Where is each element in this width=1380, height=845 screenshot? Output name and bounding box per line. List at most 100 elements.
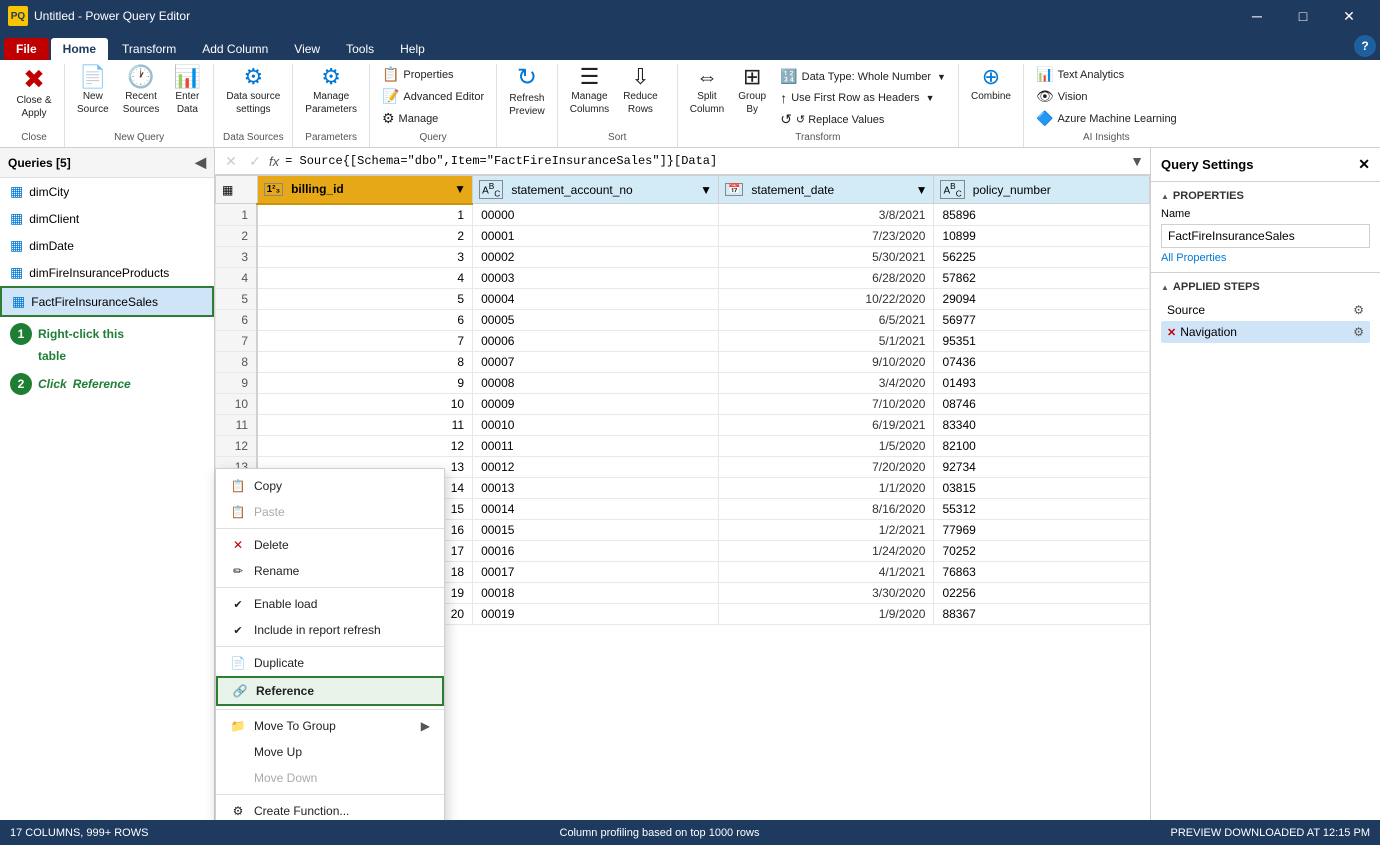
properties-button[interactable]: 📋 Properties bbox=[376, 64, 460, 85]
sidebar-item-dimfireinsuranceproducts[interactable]: ▦ dimFireInsuranceProducts bbox=[0, 259, 214, 286]
new-source-button[interactable]: 📄 New Source bbox=[71, 64, 115, 118]
sidebar-item-factfireinsurancesales[interactable]: ▦ FactFireInsuranceSales bbox=[0, 286, 214, 317]
use-first-row-button[interactable]: ↑ Use First Row as Headers ▼ bbox=[774, 88, 952, 108]
date-cell: 3/8/2021 bbox=[718, 204, 934, 226]
column-header-date[interactable]: 📅 statement_date ▼ bbox=[718, 176, 934, 204]
formula-expand-icon[interactable]: ▼ bbox=[1130, 153, 1144, 169]
query-name-input[interactable] bbox=[1161, 224, 1370, 248]
data-source-settings-button[interactable]: ⚙ Data source settings bbox=[220, 64, 286, 118]
properties-label: Properties bbox=[403, 69, 453, 81]
reduce-rows-button[interactable]: ⇩ Reduce Rows bbox=[617, 64, 663, 118]
split-column-label: Split Column bbox=[690, 90, 724, 116]
all-properties-link[interactable]: All Properties bbox=[1161, 252, 1370, 264]
policy-cell: 08746 bbox=[934, 393, 1150, 414]
column-header-policy[interactable]: ABC policy_number bbox=[934, 176, 1150, 204]
billing-id-cell: 9 bbox=[257, 372, 473, 393]
tab-file[interactable]: File bbox=[4, 38, 49, 60]
ctx-move-down: Move Down bbox=[216, 765, 444, 791]
help-icon[interactable]: ? bbox=[1354, 35, 1376, 57]
data-type-dropdown[interactable]: ▼ bbox=[937, 72, 946, 82]
close-apply-button[interactable]: ✖ Close & Apply bbox=[10, 64, 58, 122]
step-nav-x[interactable]: ✕ bbox=[1167, 326, 1176, 339]
enter-data-button[interactable]: 📊 Enter Data bbox=[167, 64, 207, 118]
ctx-delete-label: Delete bbox=[254, 538, 289, 552]
ctx-rename[interactable]: ✏ Rename bbox=[216, 558, 444, 584]
ribbon-group-refresh: ↻ Refresh Preview bbox=[497, 64, 558, 147]
table-icon-dimdate: ▦ bbox=[10, 237, 23, 254]
policy-cell: 56977 bbox=[934, 309, 1150, 330]
tab-home[interactable]: Home bbox=[51, 38, 108, 60]
step-nav-gear[interactable]: ⚙ bbox=[1353, 325, 1364, 339]
date-filter[interactable]: ▼ bbox=[916, 183, 928, 197]
ctx-enable-load[interactable]: ✔ Enable load bbox=[216, 591, 444, 617]
step-source[interactable]: Source ⚙ bbox=[1161, 299, 1370, 321]
recent-sources-button[interactable]: 🕐 Recent Sources bbox=[117, 64, 166, 118]
tab-transform[interactable]: Transform bbox=[110, 38, 188, 60]
policy-cell: 77969 bbox=[934, 519, 1150, 540]
account-no-cell: 00007 bbox=[473, 351, 719, 372]
date-cell: 5/1/2021 bbox=[718, 330, 934, 351]
query-name-dimfire: dimFireInsuranceProducts bbox=[29, 266, 169, 280]
vision-button[interactable]: 👁 Vision bbox=[1030, 86, 1183, 107]
manage-columns-button[interactable]: ☰ Manage Columns bbox=[564, 64, 615, 118]
table-row: 8 8 00007 9/10/2020 07436 bbox=[216, 351, 1150, 372]
billing-id-filter[interactable]: ▼ bbox=[454, 182, 466, 196]
sidebar-item-dimdate[interactable]: ▦ dimDate bbox=[0, 232, 214, 259]
date-cell: 7/10/2020 bbox=[718, 393, 934, 414]
ctx-create-function[interactable]: ⚙ Create Function... bbox=[216, 798, 444, 820]
sidebar-item-dimclient[interactable]: ▦ dimClient bbox=[0, 205, 214, 232]
tab-add-column[interactable]: Add Column bbox=[190, 38, 280, 60]
group-by-button[interactable]: ⊞ Group By bbox=[732, 64, 772, 118]
ctx-delete[interactable]: ✕ Delete bbox=[216, 532, 444, 558]
sidebar-item-dimcity[interactable]: ▦ dimCity bbox=[0, 178, 214, 205]
policy-cell: 76863 bbox=[934, 561, 1150, 582]
status-columns-rows: 17 COLUMNS, 999+ ROWS bbox=[10, 827, 148, 839]
azure-ml-button[interactable]: 🔷 Azure Machine Learning bbox=[1030, 108, 1183, 129]
tab-tools[interactable]: Tools bbox=[334, 38, 386, 60]
use-first-row-dropdown[interactable]: ▼ bbox=[926, 93, 935, 103]
collapse-panel-button[interactable]: ◀ bbox=[195, 154, 206, 171]
step-navigation[interactable]: ✕ Navigation ⚙ bbox=[1161, 321, 1370, 343]
column-header-billing-id[interactable]: 1²₃ billing_id ▼ bbox=[257, 176, 473, 204]
policy-label: policy_number bbox=[973, 183, 1143, 197]
split-column-icon: ⇔ bbox=[696, 66, 718, 88]
ctx-move-group[interactable]: 📁 Move To Group ▶ bbox=[216, 713, 444, 739]
ribbon-group-new-query: 📄 New Source 🕐 Recent Sources 📊 Enter Da… bbox=[65, 64, 214, 147]
reference-icon: 🔗 bbox=[232, 684, 248, 698]
account-no-cell: 00013 bbox=[473, 477, 719, 498]
manage-button[interactable]: ⚙ Manage bbox=[376, 108, 444, 129]
ctx-include-refresh[interactable]: ✔ Include in report refresh bbox=[216, 617, 444, 643]
data-type-icon: 🔢 bbox=[780, 68, 797, 85]
ctx-move-up[interactable]: Move Up bbox=[216, 739, 444, 765]
policy-cell: 55312 bbox=[934, 498, 1150, 519]
close-window-button[interactable]: ✕ bbox=[1326, 0, 1372, 32]
ctx-reference[interactable]: 🔗 Reference bbox=[216, 676, 444, 706]
minimize-button[interactable]: ─ bbox=[1234, 0, 1280, 32]
replace-values-button[interactable]: ↺ ↺ Replace Values bbox=[774, 109, 952, 130]
group-label-transform: Transform bbox=[684, 130, 952, 143]
maximize-button[interactable]: □ bbox=[1280, 0, 1326, 32]
refresh-preview-button[interactable]: ↻ Refresh Preview bbox=[503, 64, 551, 120]
data-type-button[interactable]: 🔢 Data Type: Whole Number ▼ bbox=[774, 66, 952, 87]
combine-button[interactable]: ⊕ Combine bbox=[965, 64, 1017, 105]
billing-id-cell: 4 bbox=[257, 267, 473, 288]
column-header-account-no[interactable]: ABC statement_account_no ▼ bbox=[473, 176, 719, 204]
query-name-dimdate: dimDate bbox=[29, 239, 74, 253]
policy-cell: 88367 bbox=[934, 603, 1150, 624]
query-settings-title: Query Settings bbox=[1161, 157, 1253, 172]
create-function-icon: ⚙ bbox=[230, 804, 246, 818]
ribbon-group-data-sources: ⚙ Data source settings Data Sources bbox=[214, 64, 293, 147]
main-area: Queries [5] ◀ ▦ dimCity ▦ dimClient ▦ di… bbox=[0, 148, 1380, 820]
ctx-copy[interactable]: 📋 Copy bbox=[216, 473, 444, 499]
ctx-duplicate[interactable]: 📄 Duplicate bbox=[216, 650, 444, 676]
tab-help[interactable]: Help bbox=[388, 38, 437, 60]
account-no-filter[interactable]: ▼ bbox=[700, 183, 712, 197]
split-column-button[interactable]: ⇔ Split Column bbox=[684, 64, 730, 118]
query-settings-close[interactable]: ✕ bbox=[1358, 156, 1370, 173]
formula-input[interactable] bbox=[285, 154, 1124, 168]
manage-parameters-button[interactable]: ⚙ Manage Parameters bbox=[299, 64, 363, 118]
text-analytics-button[interactable]: 📊 Text Analytics bbox=[1030, 64, 1183, 85]
advanced-editor-button[interactable]: 📝 Advanced Editor bbox=[376, 86, 490, 107]
step-source-gear[interactable]: ⚙ bbox=[1353, 303, 1364, 317]
tab-view[interactable]: View bbox=[282, 38, 332, 60]
